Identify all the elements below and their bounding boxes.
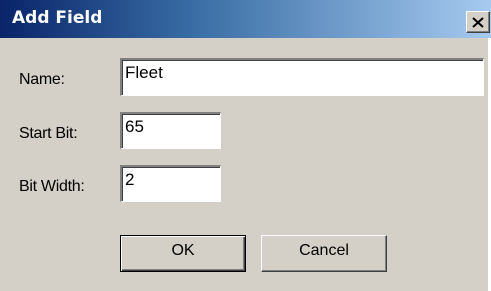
close-icon [472, 16, 484, 28]
start-bit-field[interactable]: 65 [120, 112, 221, 149]
name-label: Name: [19, 71, 65, 88]
bit-width-field[interactable]: 2 [120, 165, 221, 202]
add-field-dialog: Add Field Name: Fleet Start Bit: 65 Bit … [0, 0, 491, 291]
cancel-button[interactable]: Cancel [261, 235, 387, 272]
start-bit-label: Start Bit: [19, 125, 78, 142]
ok-button[interactable]: OK [120, 235, 246, 272]
bit-width-label: Bit Width: [19, 178, 85, 195]
dialog-title: Add Field [12, 8, 103, 28]
name-field[interactable]: Fleet [120, 58, 484, 96]
close-button[interactable] [466, 11, 490, 33]
title-bar[interactable]: Add Field [0, 0, 491, 38]
